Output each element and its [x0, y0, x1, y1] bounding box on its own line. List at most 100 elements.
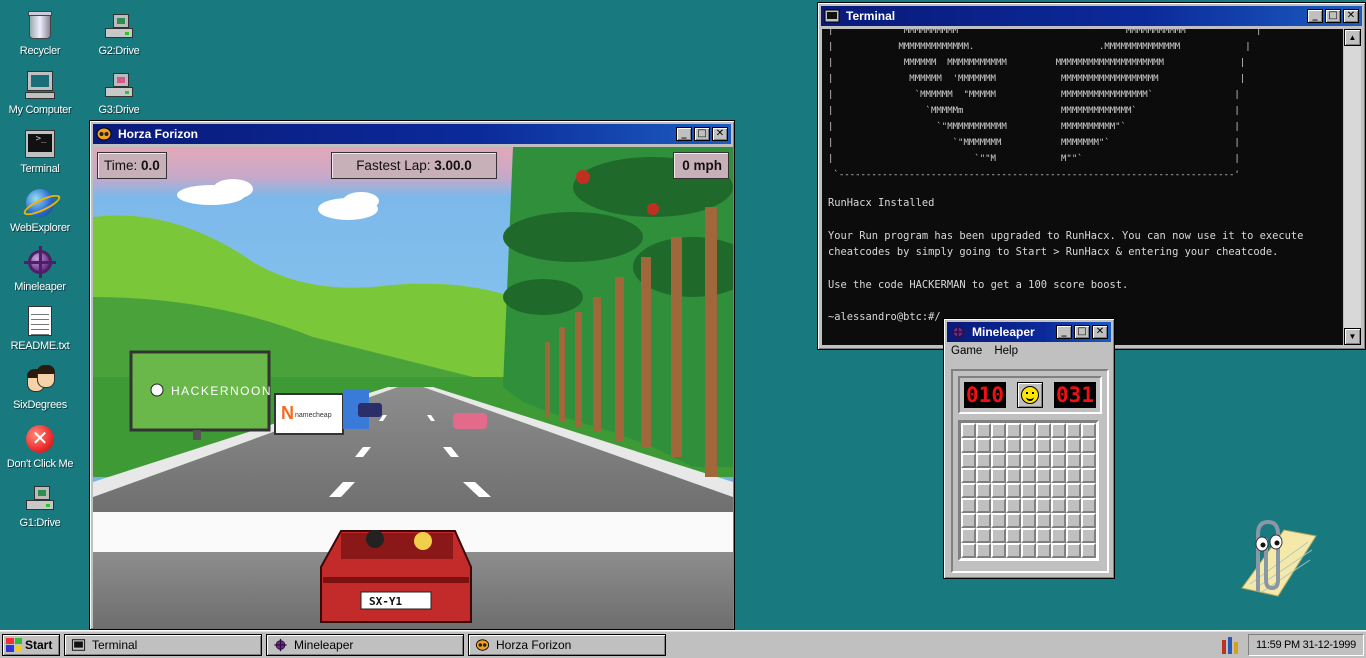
mine-cell[interactable]	[1006, 423, 1021, 438]
mine-cell[interactable]	[1021, 468, 1036, 483]
taskbar-button-horza-forizon[interactable]: Horza Forizon	[468, 633, 666, 656]
minimize-button[interactable]: _	[1056, 325, 1072, 339]
mine-cell[interactable]	[1021, 453, 1036, 468]
mine-cell[interactable]	[961, 483, 976, 498]
minimize-button[interactable]: _	[676, 127, 692, 141]
menu-help[interactable]: Help	[994, 345, 1018, 362]
close-button[interactable]: ✕	[712, 127, 728, 141]
mine-cell[interactable]	[1006, 543, 1021, 558]
mine-cell[interactable]	[991, 498, 1006, 513]
maximize-button[interactable]: □	[694, 127, 710, 141]
mine-cell[interactable]	[976, 483, 991, 498]
mine-cell[interactable]	[1066, 468, 1081, 483]
mine-cell[interactable]	[1066, 543, 1081, 558]
mine-cell[interactable]	[1006, 483, 1021, 498]
mine-cell[interactable]	[1036, 483, 1051, 498]
mine-cell[interactable]	[1021, 513, 1036, 528]
mine-cell[interactable]	[991, 528, 1006, 543]
mine-cell[interactable]	[1036, 513, 1051, 528]
mine-cell[interactable]	[961, 528, 976, 543]
mine-cell[interactable]	[1081, 453, 1096, 468]
desktop-icon-sixdegrees[interactable]: SixDegrees	[1, 364, 79, 411]
desktop-icon-mineleaper[interactable]: Mineleaper	[1, 246, 79, 293]
mine-cell[interactable]	[1006, 468, 1021, 483]
mine-cell[interactable]	[976, 453, 991, 468]
mine-cell[interactable]	[991, 513, 1006, 528]
game-canvas[interactable]: HACKERNOON N namecheap SX-Y1 Time: 0.0 F…	[93, 147, 733, 629]
mine-cell[interactable]	[1021, 543, 1036, 558]
mine-cell[interactable]	[1051, 453, 1066, 468]
desktop-icon-g3-drive[interactable]: G3:Drive	[80, 69, 158, 116]
mine-cell[interactable]	[1036, 543, 1051, 558]
mine-cell[interactable]	[1051, 513, 1066, 528]
mine-cell[interactable]	[1036, 498, 1051, 513]
game-titlebar[interactable]: Horza Forizon _ □ ✕	[93, 124, 731, 144]
mine-cell[interactable]	[1081, 423, 1096, 438]
mine-cell[interactable]	[1081, 438, 1096, 453]
desktop-icon-g1-drive[interactable]: G1:Drive	[1, 482, 79, 529]
mine-cell[interactable]	[976, 528, 991, 543]
terminal-window[interactable]: Terminal _ □ ✕ | `MMMMMMMMMM MMMMMMMMMMM…	[817, 2, 1366, 350]
mine-cell[interactable]	[1081, 513, 1096, 528]
desktop-icon-readme[interactable]: README.txt	[1, 305, 79, 352]
mine-cell[interactable]	[976, 423, 991, 438]
mine-cell[interactable]	[1066, 423, 1081, 438]
mine-cell[interactable]	[1081, 543, 1096, 558]
mine-cell[interactable]	[1051, 543, 1066, 558]
desktop-icon-terminal[interactable]: Terminal	[1, 128, 79, 175]
mine-cell[interactable]	[1066, 528, 1081, 543]
mine-cell[interactable]	[1006, 438, 1021, 453]
mine-cell[interactable]	[1036, 468, 1051, 483]
mine-cell[interactable]	[961, 453, 976, 468]
mine-cell[interactable]	[1021, 528, 1036, 543]
mine-cell[interactable]	[976, 498, 991, 513]
mine-cell[interactable]	[1081, 498, 1096, 513]
mine-cell[interactable]	[976, 543, 991, 558]
paperclip-assistant-icon[interactable]	[1222, 510, 1322, 610]
mine-cell[interactable]	[1051, 468, 1066, 483]
mine-cell[interactable]	[1081, 468, 1096, 483]
horza-forizon-window[interactable]: Horza Forizon _ □ ✕ HACKERNOON N nameche…	[89, 120, 735, 630]
mine-cell[interactable]	[1051, 528, 1066, 543]
mine-cell[interactable]	[1081, 483, 1096, 498]
mine-cell[interactable]	[1036, 438, 1051, 453]
mine-cell[interactable]	[991, 423, 1006, 438]
mine-cell[interactable]	[961, 498, 976, 513]
mine-cell[interactable]	[961, 438, 976, 453]
mine-cell[interactable]	[1066, 453, 1081, 468]
menu-game[interactable]: Game	[951, 345, 982, 362]
mine-grid[interactable]	[958, 420, 1099, 561]
desktop-icon-recycler[interactable]: Recycler	[1, 10, 79, 57]
maximize-button[interactable]: □	[1325, 9, 1341, 23]
mine-cell[interactable]	[1066, 513, 1081, 528]
desktop-icon-dont-click[interactable]: ✕ Don't Click Me	[1, 423, 79, 470]
mine-cell[interactable]	[961, 468, 976, 483]
mine-cell[interactable]	[1051, 423, 1066, 438]
mine-cell[interactable]	[1021, 483, 1036, 498]
mine-cell[interactable]	[991, 468, 1006, 483]
taskbar-button-terminal[interactable]: Terminal	[64, 633, 262, 656]
mine-cell[interactable]	[1021, 498, 1036, 513]
scroll-down-icon[interactable]: ▼	[1344, 328, 1361, 345]
desktop-icon-my-computer[interactable]: My Computer	[1, 69, 79, 116]
mine-cell[interactable]	[1066, 483, 1081, 498]
mine-cell[interactable]	[976, 513, 991, 528]
desktop-icon-g2-drive[interactable]: G2:Drive	[80, 10, 158, 57]
clock[interactable]: 11:59 PM 31-12-1999	[1248, 633, 1364, 656]
mine-cell[interactable]	[991, 453, 1006, 468]
mine-cell[interactable]	[961, 543, 976, 558]
mine-cell[interactable]	[991, 543, 1006, 558]
terminal-scrollbar[interactable]: ▲ ▼	[1344, 29, 1361, 345]
mine-cell[interactable]	[1051, 483, 1066, 498]
mineleaper-window[interactable]: Mineleaper _ □ ✕ Game Help 010 031	[943, 318, 1115, 579]
minimize-button[interactable]: _	[1307, 9, 1323, 23]
mine-cell[interactable]	[1006, 528, 1021, 543]
mine-cell[interactable]	[991, 438, 1006, 453]
mine-cell[interactable]	[961, 423, 976, 438]
mine-cell[interactable]	[1021, 423, 1036, 438]
taskbar-button-mineleaper[interactable]: Mineleaper	[266, 633, 464, 656]
mineleaper-titlebar[interactable]: Mineleaper _ □ ✕	[947, 322, 1111, 342]
mine-cell[interactable]	[1066, 438, 1081, 453]
mine-cell[interactable]	[991, 483, 1006, 498]
mine-cell[interactable]	[1006, 498, 1021, 513]
